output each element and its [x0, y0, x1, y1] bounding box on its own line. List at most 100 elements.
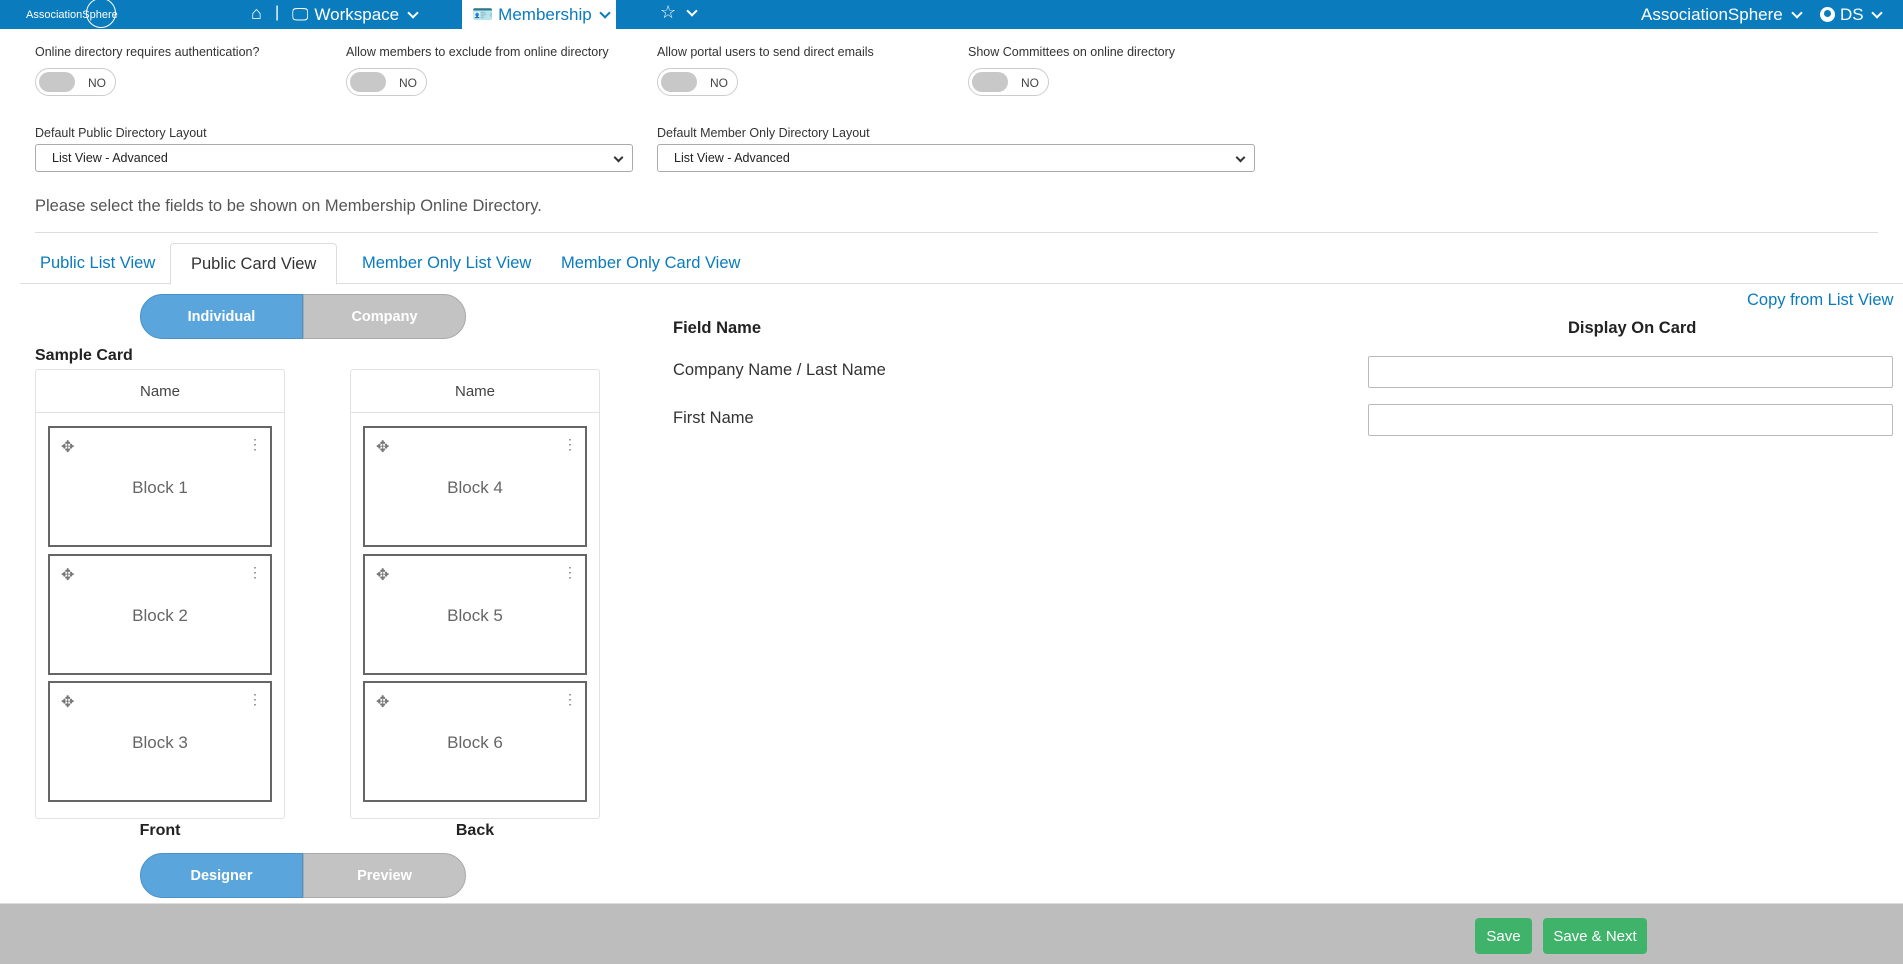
public-layout-label: Default Public Directory Layout: [35, 126, 207, 140]
more-vertical-icon[interactable]: ⋮: [248, 564, 262, 581]
display-on-card-field[interactable]: [1368, 404, 1893, 436]
footer-bar: Save Save & Next: [0, 903, 1903, 964]
card-block[interactable]: ✥ ⋮ Block 4: [363, 426, 587, 547]
toggle-knob: [972, 72, 1008, 92]
app-logo[interactable]: AssociationSphere: [26, 0, 126, 29]
chevron-down-icon: [1870, 6, 1883, 19]
display-on-card-field[interactable]: [1368, 356, 1893, 388]
member-layout-select[interactable]: List View - Advanced: [657, 144, 1255, 172]
field-name-header: Field Name: [673, 319, 762, 337]
toggle-value: NO: [1021, 76, 1039, 90]
toggle-direct-emails[interactable]: NO: [657, 68, 738, 96]
display-on-card-header: Display On Card: [1568, 319, 1697, 337]
workspace-label: Workspace: [314, 4, 400, 24]
more-vertical-icon[interactable]: ⋮: [563, 436, 577, 453]
toggle-value: NO: [399, 76, 417, 90]
back-card: Name ✥ ⋮ Block 4 ✥ ⋮ Block 5 ✥ ⋮ Block 6: [350, 369, 600, 819]
membership-menu[interactable]: 🪪 Membership: [462, 0, 616, 29]
move-icon[interactable]: ✥: [376, 565, 389, 585]
member-layout-label: Default Member Only Directory Layout: [657, 126, 870, 140]
move-icon[interactable]: ✥: [61, 692, 74, 712]
chevron-down-icon: [686, 4, 698, 17]
user-initials: DS: [1840, 4, 1864, 24]
more-vertical-icon[interactable]: ⋮: [563, 564, 577, 581]
sample-card-title: Sample Card: [35, 347, 133, 364]
toggle-knob: [39, 72, 75, 92]
individual-button[interactable]: Individual: [140, 294, 303, 339]
favorites-menu[interactable]: ☆: [660, 2, 698, 23]
setting-label-direct-emails: Allow portal users to send direct emails: [657, 45, 874, 59]
more-vertical-icon[interactable]: ⋮: [248, 436, 262, 453]
designer-button[interactable]: Designer: [140, 853, 303, 898]
block-label: Block 3: [132, 733, 188, 752]
chevron-down-icon: [1791, 6, 1803, 19]
toggle-value: NO: [710, 76, 728, 90]
public-layout-select[interactable]: List View - Advanced: [35, 144, 633, 172]
back-label: Back: [455, 822, 495, 839]
select-value: List View - Advanced: [52, 151, 168, 165]
block-label: Block 4: [447, 478, 503, 497]
toggle-committees[interactable]: NO: [968, 68, 1049, 96]
top-nav-bar: AssociationSphere ⌂ | 🖵 Workspace 🪪 Memb…: [0, 0, 1903, 29]
home-icon[interactable]: ⌂: [251, 3, 262, 24]
card-block[interactable]: ✥ ⋮ Block 6: [363, 681, 587, 802]
id-card-icon: 🪪: [472, 4, 494, 24]
card-block[interactable]: ✥ ⋮ Block 2: [48, 554, 272, 675]
instruction-text: Please select the fields to be shown on …: [35, 197, 542, 215]
nav-separator: |: [275, 4, 280, 21]
move-icon[interactable]: ✥: [61, 565, 74, 585]
tab-public-list-view[interactable]: Public List View: [20, 243, 175, 284]
tab-member-only-card-view[interactable]: Member Only Card View: [541, 243, 760, 284]
chevron-down-icon: [613, 152, 624, 163]
toggle-knob: [661, 72, 697, 92]
card-block[interactable]: ✥ ⋮ Block 3: [48, 681, 272, 802]
more-vertical-icon[interactable]: ⋮: [248, 691, 262, 708]
user-circle-icon: [1820, 7, 1835, 22]
tab-public-card-view[interactable]: Public Card View: [170, 243, 338, 285]
chevron-down-icon: [599, 6, 611, 19]
setting-label-exclude: Allow members to exclude from online dir…: [346, 45, 609, 59]
directory-tabs: Public List View Public Card View Member…: [20, 243, 1903, 285]
setting-label-authentication: Online directory requires authentication…: [35, 45, 260, 59]
toggle-authentication[interactable]: NO: [35, 68, 116, 96]
workspace-menu[interactable]: 🖵 Workspace: [292, 0, 419, 29]
org-label: AssociationSphere: [1641, 4, 1783, 24]
card-block[interactable]: ✥ ⋮ Block 5: [363, 554, 587, 675]
front-card: Name ✥ ⋮ Block 1 ✥ ⋮ Block 2 ✥ ⋮ Block 3: [35, 369, 285, 819]
block-label: Block 5: [447, 606, 503, 625]
entity-type-toggle: Individual Company: [140, 294, 466, 339]
move-icon[interactable]: ✥: [376, 692, 389, 712]
move-icon[interactable]: ✥: [376, 437, 389, 457]
block-label: Block 1: [132, 478, 188, 497]
toggle-exclude[interactable]: NO: [346, 68, 427, 96]
star-icon: ☆: [660, 2, 677, 22]
card-header: Name: [351, 370, 599, 413]
mode-toggle: Designer Preview: [140, 853, 466, 898]
copy-from-list-view-link[interactable]: Copy from List View: [1747, 291, 1893, 310]
preview-button[interactable]: Preview: [303, 853, 466, 898]
chevron-down-icon: [1235, 152, 1246, 163]
block-label: Block 2: [132, 606, 188, 625]
globe-icon: [86, 0, 116, 28]
user-menu[interactable]: DS: [1820, 0, 1883, 29]
toggle-value: NO: [88, 76, 106, 90]
setting-label-committees: Show Committees on online directory: [968, 45, 1176, 59]
move-icon[interactable]: ✥: [61, 437, 74, 457]
divider: [35, 232, 1878, 233]
organization-menu[interactable]: AssociationSphere: [1641, 0, 1803, 29]
select-value: List View - Advanced: [674, 151, 790, 165]
card-block[interactable]: ✥ ⋮ Block 1: [48, 426, 272, 547]
company-button[interactable]: Company: [303, 294, 466, 339]
more-vertical-icon[interactable]: ⋮: [563, 691, 577, 708]
save-button[interactable]: Save: [1475, 918, 1532, 954]
front-label: Front: [139, 822, 181, 839]
field-name: First Name: [673, 409, 754, 427]
chevron-down-icon: [407, 6, 419, 19]
toggle-knob: [350, 72, 386, 92]
tab-member-only-list-view[interactable]: Member Only List View: [342, 243, 551, 284]
block-label: Block 6: [447, 733, 503, 752]
save-and-next-button[interactable]: Save & Next: [1543, 918, 1647, 954]
card-header: Name: [36, 370, 284, 413]
membership-label: Membership: [498, 4, 592, 24]
field-name: Company Name / Last Name: [673, 361, 886, 379]
